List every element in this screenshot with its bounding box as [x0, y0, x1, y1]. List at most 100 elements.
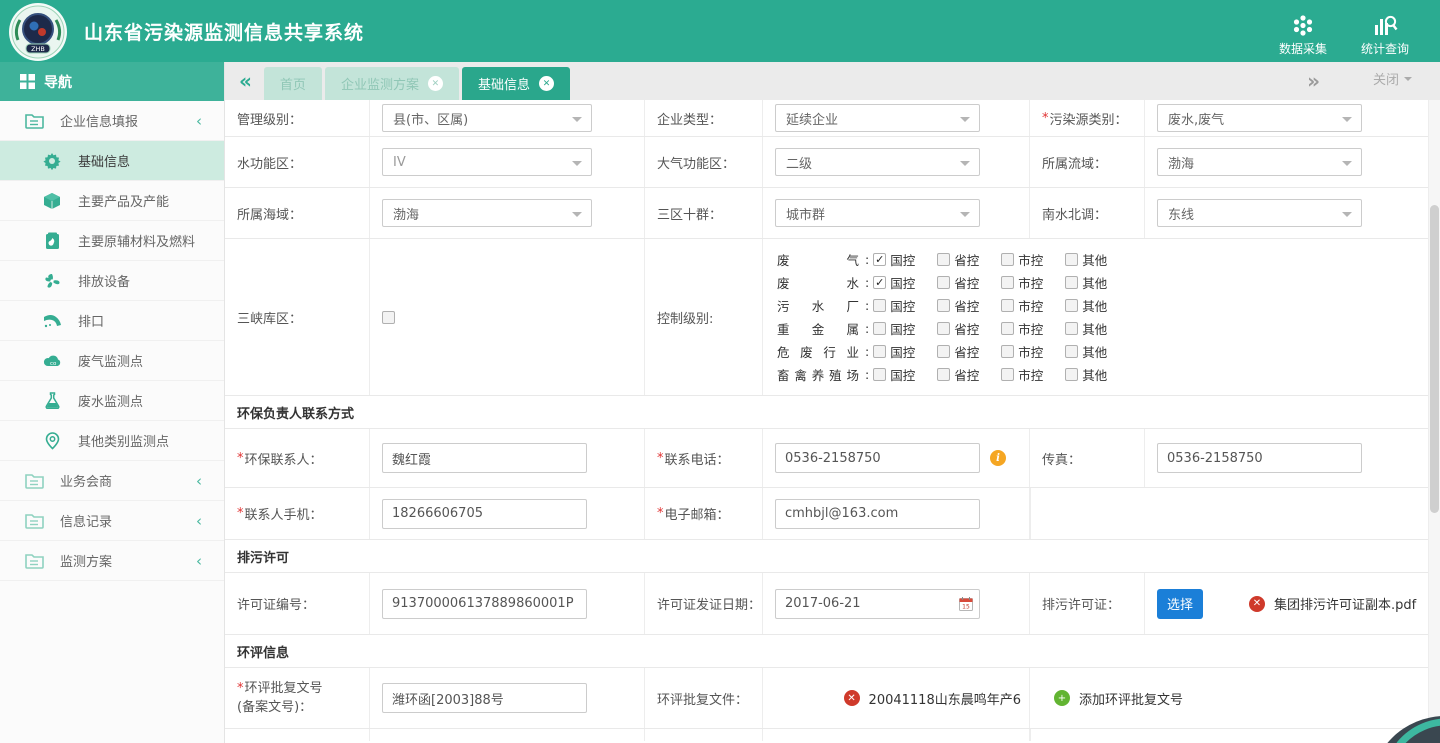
choose-file-button[interactable]: 选择 — [1157, 589, 1203, 619]
sanxia-checkbox[interactable] — [382, 311, 395, 324]
checkbox-option[interactable]: 国控 — [873, 296, 915, 315]
checkbox-option[interactable]: 市控 — [1001, 365, 1043, 384]
tab-home[interactable]: 首页 — [264, 67, 322, 100]
data-collect-label: 数据采集 — [1266, 40, 1340, 57]
field-label: *污染源类别： — [1030, 100, 1145, 136]
email-input[interactable] — [775, 499, 980, 529]
south-north-water-select[interactable]: 东线 — [1157, 199, 1362, 227]
checkbox — [937, 253, 950, 266]
close-tabs-menu[interactable]: 关闭 — [1373, 62, 1412, 100]
checkbox-option[interactable]: 其他 — [1065, 319, 1107, 338]
sidebar-item-monitor-plan-group[interactable]: 监测方案 ‹ — [0, 541, 224, 581]
pollution-source-type-select[interactable]: 废水,废气 — [1157, 104, 1362, 132]
checkbox-option[interactable]: 其他 — [1065, 296, 1107, 315]
data-collect-button[interactable]: 数据采集 — [1266, 5, 1340, 57]
calendar-icon[interactable]: 15 — [959, 597, 973, 615]
assistant-arc-icon — [1368, 714, 1440, 743]
checkbox-option[interactable]: 省控 — [937, 250, 979, 269]
checkbox-option[interactable]: 国控 — [873, 342, 915, 361]
phone-input[interactable] — [775, 443, 980, 473]
page-title: 山东省污染源监测信息共享系统 — [84, 18, 364, 45]
checkbox-option[interactable]: 市控 — [1001, 273, 1043, 292]
add-eia-doc-link[interactable]: 添加环评批复文号 — [1079, 689, 1183, 708]
chevron-down-icon — [572, 117, 582, 127]
sidebar-item-basic-info[interactable]: 基础信息 — [0, 141, 224, 181]
tab-enterprise-monitor-plan[interactable]: 企业监测方案 ✕ — [325, 67, 459, 100]
contact-person-input[interactable] — [382, 443, 587, 473]
permit-date-input[interactable] — [775, 589, 980, 619]
checkbox-option[interactable]: ✓国控 — [873, 250, 915, 269]
field-label: 传真： — [1030, 429, 1145, 487]
management-level-select[interactable]: 县(市、区属) — [382, 104, 592, 132]
sidebar: 导航 企业信息填报 ‹ 基础信息 主要产品及产能 主要原辅材料及燃料 — [0, 62, 225, 743]
tab-basic-info[interactable]: 基础信息 ✕ — [462, 67, 570, 100]
city-cluster-select[interactable]: 城市群 — [775, 199, 980, 227]
checkbox-option[interactable]: 省控 — [937, 273, 979, 292]
vertical-scrollbar[interactable] — [1428, 100, 1440, 743]
eia-file-link[interactable]: 20041118山东晨鸣年产6 — [869, 689, 1021, 708]
field-label: *环保联系人： — [225, 429, 370, 487]
checkbox-option[interactable]: 省控 — [937, 342, 979, 361]
location-pin-icon — [42, 431, 62, 451]
sidebar-item-business-consult-group[interactable]: 业务会商 ‹ — [0, 461, 224, 501]
tabs-scroll-right-button[interactable]: » — [1293, 62, 1332, 100]
sidebar-item-materials[interactable]: 主要原辅材料及燃料 — [0, 221, 224, 261]
sidebar-item-info-records-group[interactable]: 信息记录 ‹ — [0, 501, 224, 541]
add-icon[interactable]: + — [1054, 690, 1070, 706]
info-icon[interactable]: i — [990, 450, 1006, 466]
checkbox-option[interactable]: 省控 — [937, 319, 979, 338]
checkbox-option[interactable]: 市控 — [1001, 319, 1043, 338]
section-title-permit: 排污许可 — [225, 540, 1440, 573]
checkbox — [1065, 253, 1078, 266]
sidebar-item-enterprise-info-group[interactable]: 企业信息填报 ‹ — [0, 101, 224, 141]
checkbox-option[interactable]: ✓国控 — [873, 273, 915, 292]
sidebar-item-gas-monitor-points[interactable]: co 废气监测点 — [0, 341, 224, 381]
checkbox-option[interactable]: 省控 — [937, 296, 979, 315]
river-basin-select[interactable]: 渤海 — [1157, 148, 1362, 176]
sidebar-item-discharge-equipment[interactable]: 排放设备 — [0, 261, 224, 301]
checkbox-option[interactable]: 国控 — [873, 319, 915, 338]
sidebar-item-label: 信息记录 — [60, 511, 112, 530]
tabs-scroll-left-button[interactable]: « — [225, 62, 264, 100]
checkbox-option[interactable]: 市控 — [1001, 250, 1043, 269]
delete-file-icon[interactable]: ✕ — [844, 690, 860, 706]
sea-area-select[interactable]: 渤海 — [382, 199, 592, 227]
checkbox — [873, 322, 886, 335]
chevron-left-icon: ‹ — [196, 512, 202, 530]
svg-text:ZHB: ZHB — [31, 45, 45, 53]
water-function-zone-select[interactable]: IV — [382, 148, 592, 176]
checkbox-option[interactable]: 省控 — [937, 365, 979, 384]
tab-close-icon[interactable]: ✕ — [428, 76, 443, 91]
control-row-hazwaste: 危废行业: 国控 省控 市控 其他 — [777, 340, 1129, 363]
field-label: 所属海域： — [225, 188, 370, 238]
checkbox-option[interactable]: 其他 — [1065, 365, 1107, 384]
enterprise-type-select[interactable]: 延续企业 — [775, 104, 980, 132]
checkbox-option[interactable]: 其他 — [1065, 342, 1107, 361]
checkbox-option[interactable]: 市控 — [1001, 342, 1043, 361]
permit-number-input[interactable] — [382, 589, 587, 619]
dots-cluster-icon — [1266, 11, 1340, 37]
sidebar-item-outlets[interactable]: 排口 — [0, 301, 224, 341]
eia-doc-number-input[interactable] — [382, 683, 587, 713]
permit-file-link[interactable]: 集团排污许可证副本.pdf — [1274, 594, 1416, 613]
checkbox-option[interactable]: 国控 — [873, 365, 915, 384]
air-function-zone-select[interactable]: 二级 — [775, 148, 980, 176]
scrollbar-thumb[interactable] — [1430, 205, 1439, 513]
checkbox-option[interactable]: 其他 — [1065, 250, 1107, 269]
checkbox-option[interactable]: 市控 — [1001, 296, 1043, 315]
delete-file-icon[interactable]: ✕ — [1249, 596, 1265, 612]
checkbox — [873, 368, 886, 381]
fan-icon — [42, 271, 62, 291]
checkbox — [1065, 299, 1078, 312]
floating-assistant-widget[interactable] — [1370, 716, 1440, 743]
svg-text:15: 15 — [962, 603, 970, 610]
sidebar-item-products[interactable]: 主要产品及产能 — [0, 181, 224, 221]
chevron-down-icon — [572, 212, 582, 222]
fax-input[interactable] — [1157, 443, 1362, 473]
sidebar-item-water-monitor-points[interactable]: 废水监测点 — [0, 381, 224, 421]
stats-query-button[interactable]: 统计查询 — [1348, 5, 1422, 57]
tab-close-icon[interactable]: ✕ — [539, 76, 554, 91]
sidebar-item-other-monitor-points[interactable]: 其他类别监测点 — [0, 421, 224, 461]
checkbox-option[interactable]: 其他 — [1065, 273, 1107, 292]
mobile-input[interactable] — [382, 499, 587, 529]
